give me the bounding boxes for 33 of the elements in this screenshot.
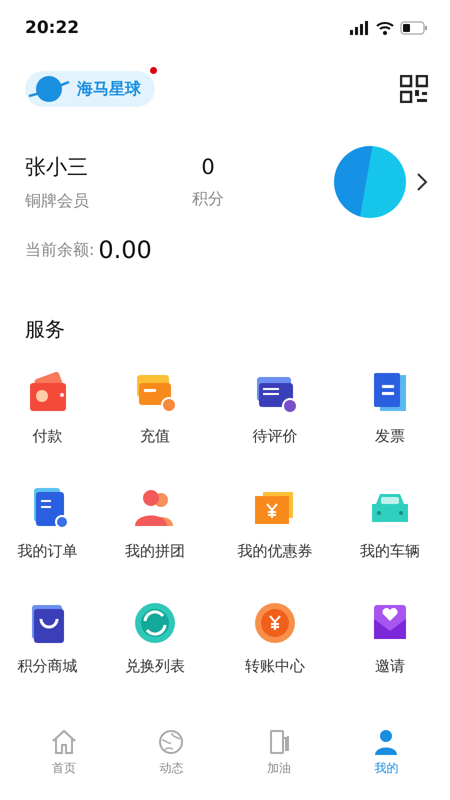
service-label[interactable]: 邀请 bbox=[375, 657, 405, 676]
battery-icon bbox=[400, 21, 428, 35]
balance-value: 0.00 bbox=[98, 236, 152, 264]
wifi-icon bbox=[376, 21, 394, 35]
status-time: 20:22 bbox=[25, 18, 80, 38]
service-label[interactable]: 充值 bbox=[140, 427, 170, 446]
service-label[interactable]: 我的优惠券 bbox=[238, 542, 312, 561]
service-label[interactable]: 积分商城 bbox=[18, 657, 78, 676]
section-title: 服务 bbox=[24, 316, 66, 343]
logo-text: 海马星球 bbox=[77, 78, 141, 100]
service-label[interactable]: 我的订单 bbox=[18, 542, 78, 561]
qr-code-icon[interactable] bbox=[400, 75, 428, 103]
planet-icon bbox=[27, 74, 71, 104]
balance-label: 当前余额: bbox=[25, 240, 94, 260]
tab-bar-item[interactable]: 动态 bbox=[118, 720, 225, 800]
home-icon bbox=[50, 728, 78, 756]
points-label: 积分 bbox=[192, 188, 224, 210]
tab-bar-item[interactable]: 首页 bbox=[10, 720, 118, 800]
service-label[interactable]: 发票 bbox=[375, 427, 405, 446]
service-label[interactable]: 待评价 bbox=[252, 427, 298, 446]
user-name: 张小三 bbox=[25, 154, 88, 180]
service-label[interactable]: 我的车辆 bbox=[360, 542, 420, 561]
tab-bar-item[interactable]: 我的 bbox=[332, 720, 440, 800]
service-label[interactable]: 付款 bbox=[32, 427, 62, 446]
service-label[interactable]: 兑换列表 bbox=[125, 657, 185, 676]
service-label[interactable]: 我的拼团 bbox=[125, 542, 185, 561]
signal-icon bbox=[350, 21, 370, 35]
tab-bar-item[interactable]: 加油 bbox=[225, 720, 332, 800]
notification-dot bbox=[150, 67, 157, 74]
points-value: 0 bbox=[201, 154, 215, 178]
service-label[interactable]: 转账中心 bbox=[245, 657, 305, 676]
globe-icon bbox=[157, 728, 186, 756]
member-level: 铜牌会员 bbox=[25, 190, 89, 212]
